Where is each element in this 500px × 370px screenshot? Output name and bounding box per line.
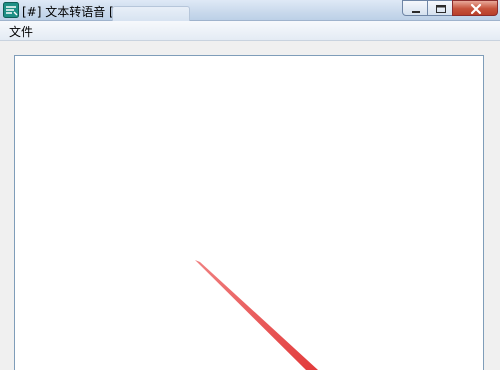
minimize-icon (412, 11, 420, 13)
minimize-button[interactable] (402, 0, 428, 16)
close-icon (470, 3, 482, 15)
speech-text-app-icon (3, 2, 19, 18)
text-input-area[interactable] (14, 55, 484, 370)
close-button[interactable] (452, 0, 498, 16)
content-area (0, 41, 500, 370)
menu-item-file[interactable]: 文件 (6, 23, 36, 40)
title-bar[interactable]: [#] 文本转语音 [#] (0, 0, 500, 21)
menu-bar: 文件 (0, 21, 500, 41)
maximize-button[interactable] (427, 0, 453, 16)
maximize-icon (436, 5, 446, 13)
background-window-tab (112, 6, 190, 21)
main-window: [#] 文本转语音 [#] 文件 (0, 0, 500, 370)
